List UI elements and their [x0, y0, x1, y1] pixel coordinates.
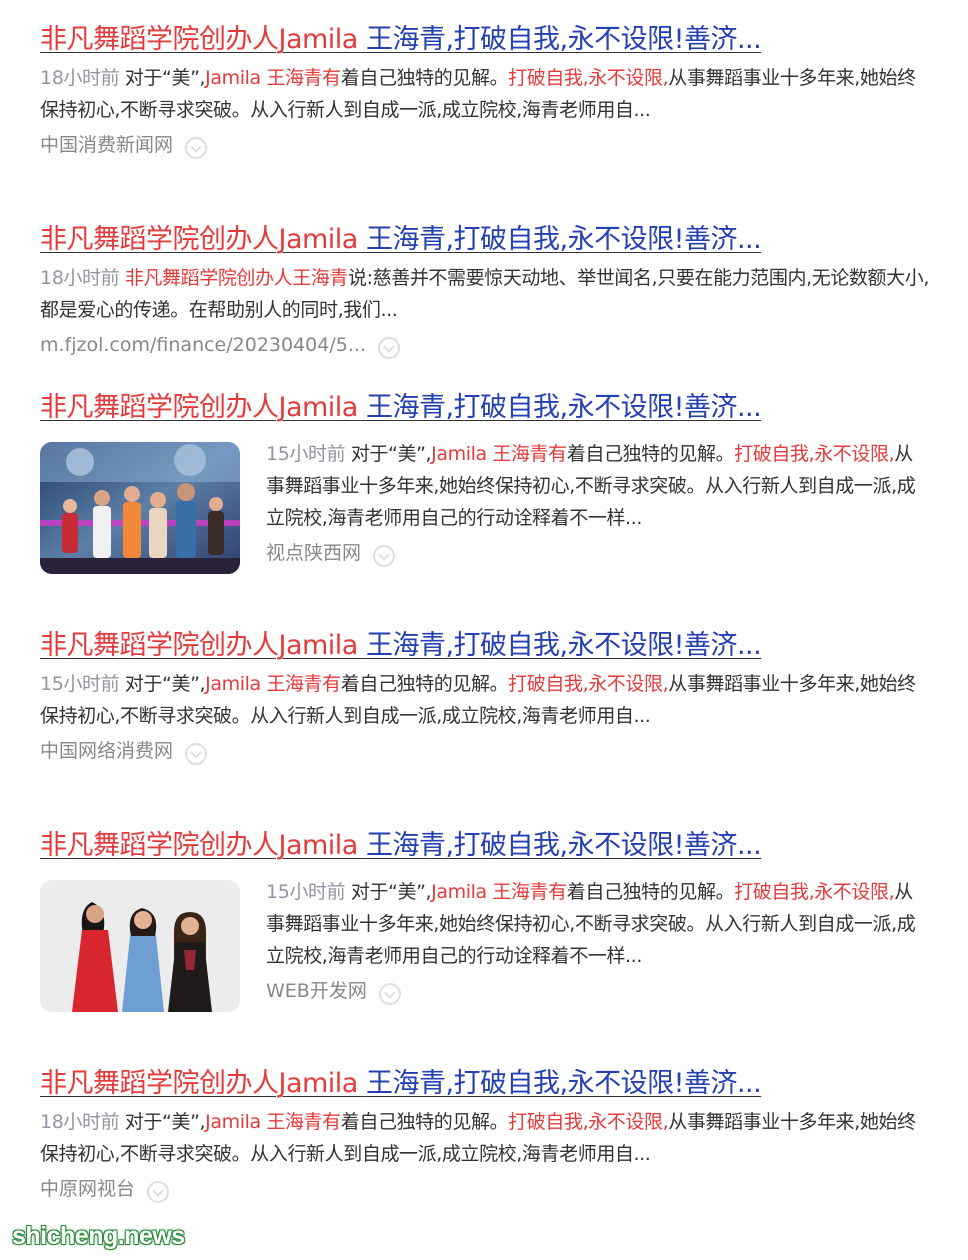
result-time: 15小时前	[266, 881, 346, 903]
search-result: 非凡舞蹈学院创办人Jamila 王海青,打破自我,永不设限!善济... 15小时…	[40, 388, 930, 626]
expand-circle-icon[interactable]	[377, 337, 400, 359]
source-name[interactable]: WEB开发网	[266, 976, 367, 1006]
result-abstract: 18小时前 非凡舞蹈学院创办人王海青说:慈善并不需要惊天动地、举世闻名,只要在能…	[40, 262, 930, 326]
expand-circle-icon[interactable]	[147, 1181, 170, 1203]
search-result: 非凡舞蹈学院创办人Jamila 王海青,打破自我,永不设限!善济... 15小时…	[40, 826, 930, 1064]
source-url[interactable]: m.fjzol.com/finance/20230404/5...	[40, 330, 366, 360]
abstract-text: 着自己独特的见解。	[566, 443, 735, 465]
result-abstract: 18小时前 对于“美”,Jamila 王海青有着自己独特的见解。打破自我,永不设…	[40, 1106, 930, 1170]
abstract-text: 对于“美”,	[345, 443, 432, 465]
result-source: 中国消费新闻网	[40, 130, 930, 160]
abstract-text: 着自己独特的见解。	[340, 1111, 509, 1133]
result-title-rest: 王海青,打破自我,永不设限!善济...	[365, 224, 762, 255]
abstract-highlight: Jamila 王海青有	[205, 67, 341, 89]
result-title-highlight: 非凡舞蹈学院创办人Jamila	[40, 224, 366, 255]
result-title-highlight: 非凡舞蹈学院创办人Jamila	[40, 1068, 366, 1099]
expand-circle-icon[interactable]	[378, 983, 401, 1005]
result-title-link[interactable]: 非凡舞蹈学院创办人Jamila 王海青,打破自我,永不设限!善济...	[40, 1064, 930, 1104]
result-title-rest: 王海青,打破自我,永不设限!善济...	[365, 830, 762, 861]
result-abstract: 15小时前 对于“美”,Jamila 王海青有着自己独特的见解。打破自我,永不设…	[266, 438, 930, 534]
abstract-highlight: Jamila 王海青有	[205, 1111, 341, 1133]
abstract-text: 对于“美”,	[345, 881, 432, 903]
result-title-link[interactable]: 非凡舞蹈学院创办人Jamila 王海青,打破自我,永不设限!善济...	[40, 20, 930, 60]
result-title-rest: 王海青,打破自我,永不设限!善济...	[365, 1068, 762, 1099]
abstract-highlight: 打破自我,永不设限,	[508, 67, 669, 89]
expand-circle-icon[interactable]	[185, 137, 208, 159]
result-time: 18小时前	[40, 67, 120, 89]
abstract-text: 对于“美”,	[119, 1111, 206, 1133]
abstract-highlight: 打破自我,永不设限,	[734, 881, 895, 903]
search-result: 非凡舞蹈学院创办人Jamila 王海青,打破自我,永不设限!善济... 18小时…	[40, 1064, 930, 1240]
result-title-highlight: 非凡舞蹈学院创办人Jamila	[40, 24, 366, 55]
result-time: 15小时前	[266, 443, 346, 465]
abstract-text: 对于“美”,	[119, 67, 206, 89]
abstract-highlight: 打破自我,永不设限,	[734, 443, 895, 465]
search-results-list: 非凡舞蹈学院创办人Jamila 王海青,打破自我,永不设限!善济... 18小时…	[40, 20, 930, 1240]
result-title-rest: 王海青,打破自我,永不设限!善济...	[365, 24, 762, 55]
result-title-link[interactable]: 非凡舞蹈学院创办人Jamila 王海青,打破自我,永不设限!善济...	[40, 626, 930, 666]
result-source: WEB开发网	[266, 976, 930, 1006]
result-title-highlight: 非凡舞蹈学院创办人Jamila	[40, 392, 366, 423]
abstract-highlight: 非凡舞蹈学院创办人王海青	[124, 267, 349, 289]
result-source: 中原网视台	[40, 1174, 930, 1204]
result-abstract: 15小时前 对于“美”,Jamila 王海青有着自己独特的见解。打破自我,永不设…	[40, 668, 930, 732]
result-abstract: 18小时前 对于“美”,Jamila 王海青有着自己独特的见解。打破自我,永不设…	[40, 62, 930, 126]
expand-circle-icon[interactable]	[185, 743, 208, 765]
search-result: 非凡舞蹈学院创办人Jamila 王海青,打破自我,永不设限!善济... 15小时…	[40, 626, 930, 826]
result-title-link[interactable]: 非凡舞蹈学院创办人Jamila 王海青,打破自我,永不设限!善济...	[40, 388, 930, 428]
source-name[interactable]: 中国网络消费网	[40, 736, 173, 766]
result-thumbnail-stage-photo[interactable]	[40, 442, 240, 574]
result-title-link[interactable]: 非凡舞蹈学院创办人Jamila 王海青,打破自我,永不设限!善济...	[40, 220, 930, 260]
abstract-text: 对于“美”,	[119, 673, 206, 695]
expand-circle-icon[interactable]	[373, 545, 396, 567]
result-title-highlight: 非凡舞蹈学院创办人Jamila	[40, 830, 366, 861]
result-title-rest: 王海青,打破自我,永不设限!善济...	[365, 630, 762, 661]
abstract-highlight: Jamila 王海青有	[205, 673, 341, 695]
result-time: 18小时前	[40, 1111, 120, 1133]
abstract-text: 着自己独特的见解。	[566, 881, 735, 903]
abstract-highlight: Jamila 王海青有	[431, 443, 567, 465]
result-time: 15小时前	[40, 673, 120, 695]
abstract-highlight: Jamila 王海青有	[431, 881, 567, 903]
result-thumbnail-portrait-photo[interactable]	[40, 880, 240, 1012]
result-title-link[interactable]: 非凡舞蹈学院创办人Jamila 王海青,打破自我,永不设限!善济...	[40, 826, 930, 866]
result-abstract: 15小时前 对于“美”,Jamila 王海青有着自己独特的见解。打破自我,永不设…	[266, 876, 930, 972]
result-time: 18小时前	[40, 267, 120, 289]
source-name[interactable]: 中国消费新闻网	[40, 130, 173, 160]
site-watermark: shicheng.news	[12, 1222, 185, 1250]
result-title-highlight: 非凡舞蹈学院创办人Jamila	[40, 630, 366, 661]
result-title-rest: 王海青,打破自我,永不设限!善济...	[365, 392, 762, 423]
abstract-text: 着自己独特的见解。	[340, 673, 509, 695]
result-source: 中国网络消费网	[40, 736, 930, 766]
source-name[interactable]: 中原网视台	[40, 1174, 135, 1204]
result-source: m.fjzol.com/finance/20230404/5...	[40, 330, 930, 360]
source-name[interactable]: 视点陕西网	[266, 538, 361, 568]
abstract-highlight: 打破自我,永不设限,	[508, 1111, 669, 1133]
search-result: 非凡舞蹈学院创办人Jamila 王海青,打破自我,永不设限!善济... 18小时…	[40, 20, 930, 220]
result-source: 视点陕西网	[266, 538, 930, 568]
abstract-highlight: 打破自我,永不设限,	[508, 673, 669, 695]
search-result: 非凡舞蹈学院创办人Jamila 王海青,打破自我,永不设限!善济... 18小时…	[40, 220, 930, 388]
abstract-text: 着自己独特的见解。	[340, 67, 509, 89]
